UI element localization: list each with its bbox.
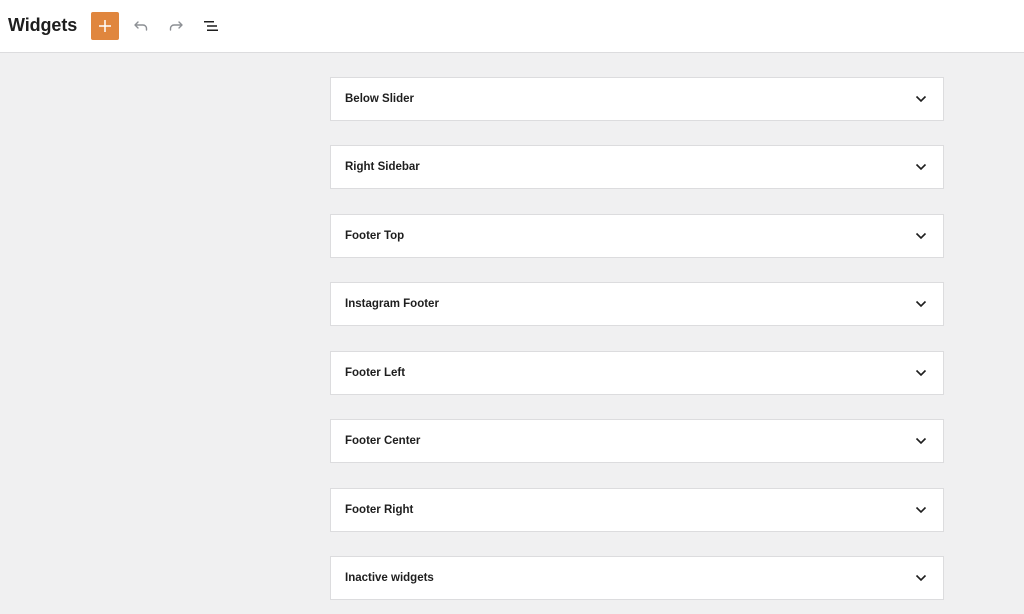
plus-icon <box>99 20 111 32</box>
widget-area-label: Below Slider <box>345 93 415 105</box>
chevron-down-icon[interactable] <box>915 161 927 173</box>
widget-area-label: Instagram Footer <box>345 298 439 310</box>
chevron-down-icon[interactable] <box>915 504 927 516</box>
widget-area-inactive-widgets[interactable]: Inactive widgets <box>330 556 944 600</box>
chevron-down-icon[interactable] <box>915 93 927 105</box>
chevron-down-icon[interactable] <box>915 298 927 310</box>
widget-area-instagram-footer[interactable]: Instagram Footer <box>330 282 944 326</box>
redo-icon <box>169 21 183 31</box>
chevron-down-icon[interactable] <box>915 230 927 242</box>
chevron-down-icon[interactable] <box>915 367 927 379</box>
editor-header: Widgets <box>0 0 1024 53</box>
widget-area-below-slider[interactable]: Below Slider <box>330 77 944 121</box>
widget-area-label: Right Sidebar <box>345 161 420 173</box>
add-block-button[interactable] <box>91 12 119 40</box>
widget-area-label: Footer Center <box>345 435 421 447</box>
widget-area-label: Footer Top <box>345 230 405 242</box>
list-view-button[interactable] <box>197 12 225 40</box>
redo-button[interactable] <box>162 12 190 40</box>
widget-area-footer-right[interactable]: Footer Right <box>330 488 944 532</box>
undo-button[interactable] <box>127 12 155 40</box>
widget-area-label: Footer Right <box>345 504 414 516</box>
widget-area-label: Inactive widgets <box>345 572 434 584</box>
undo-icon <box>134 21 148 31</box>
chevron-down-icon[interactable] <box>915 572 927 584</box>
widget-area-footer-center[interactable]: Footer Center <box>330 419 944 463</box>
page-title: Widgets <box>8 15 78 35</box>
widget-area-footer-left[interactable]: Footer Left <box>330 351 944 395</box>
widget-area-label: Footer Left <box>345 367 406 379</box>
chevron-down-icon[interactable] <box>915 435 927 447</box>
widget-area-footer-top[interactable]: Footer Top <box>330 214 944 258</box>
list-view-icon <box>204 21 218 31</box>
widget-area-right-sidebar[interactable]: Right Sidebar <box>330 145 944 189</box>
